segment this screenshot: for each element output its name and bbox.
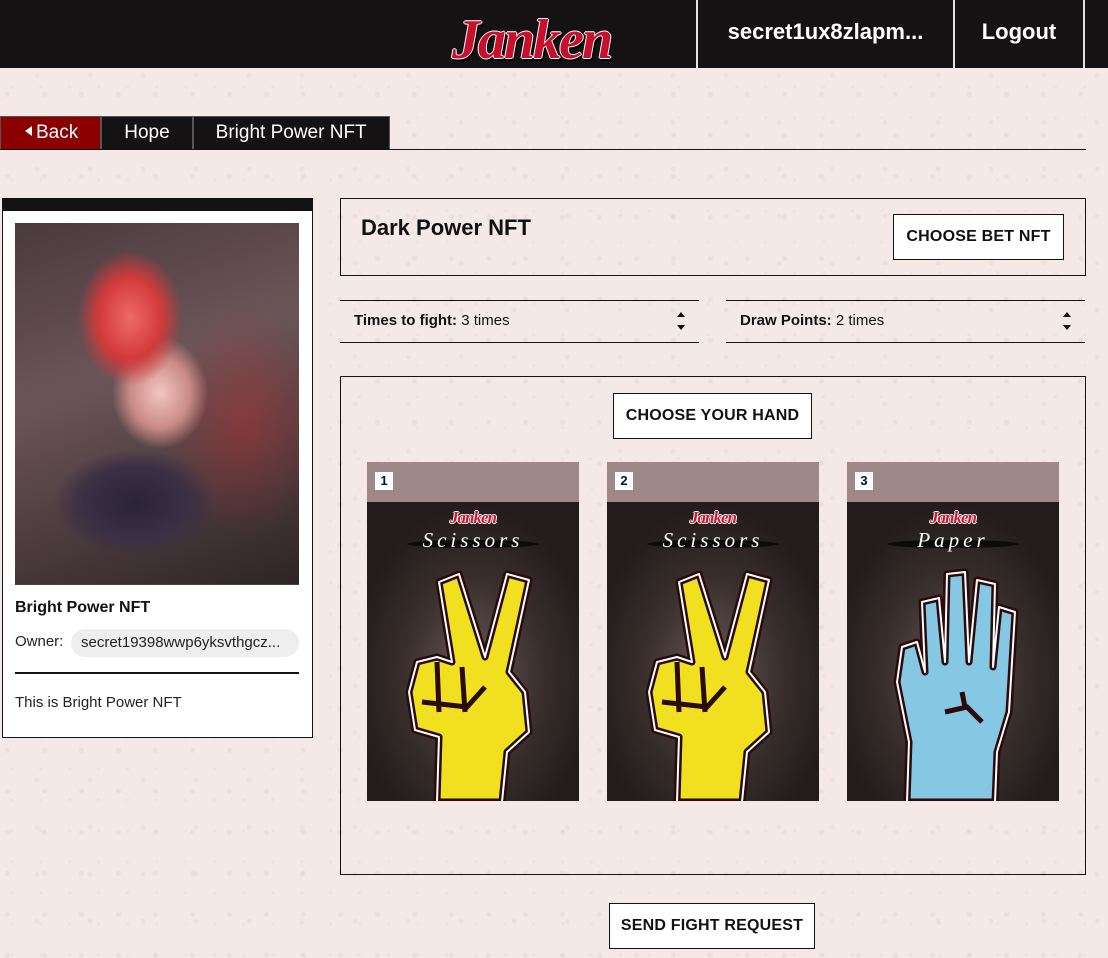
choose-your-hand-button[interactable]: CHOOSE YOUR HAND <box>613 393 812 439</box>
send-fight-request-button[interactable]: SEND FIGHT REQUEST <box>609 903 815 949</box>
hand-card-name: Scissors <box>367 528 579 553</box>
bet-nft-title: Dark Power NFT <box>361 215 531 240</box>
owner-label: Owner: <box>15 633 64 650</box>
stepper-arrows-icon[interactable] <box>1063 312 1073 332</box>
card-divider <box>15 672 299 674</box>
scissors-hand-icon <box>645 570 773 801</box>
paper-hand-icon <box>893 568 1019 801</box>
scissors-hand-icon <box>405 570 533 801</box>
header-divider <box>1083 0 1085 68</box>
chevron-left-icon <box>25 126 32 136</box>
hand-card[interactable]: 1 Janken Scissors <box>367 462 579 801</box>
hand-card-name: Paper <box>847 528 1059 553</box>
nft-card: Bright Power NFT Owner: secret19398wwp6y… <box>2 198 313 738</box>
breadcrumb: Back Hope Bright Power NFT <box>0 116 390 150</box>
choose-bet-nft-button[interactable]: CHOOSE BET NFT <box>893 214 1064 260</box>
draw-points-select[interactable]: Draw Points: 2 times <box>726 300 1085 343</box>
hand-card[interactable]: 2 Janken Scissors <box>607 462 819 801</box>
hand-card-number: 3 <box>855 472 873 490</box>
nft-description: This is Bright Power NFT <box>15 694 182 711</box>
hand-card-header: 2 <box>607 462 819 502</box>
times-to-fight-select[interactable]: Times to fight: 3 times <box>340 300 699 343</box>
times-to-fight-label: Times to fight: <box>354 312 458 329</box>
stepper-arrows-icon[interactable] <box>677 312 687 332</box>
breadcrumb-divider <box>0 149 1086 150</box>
draw-points-label: Draw Points: <box>740 312 832 329</box>
wallet-address[interactable]: secret1ux8zlapm... <box>698 0 953 68</box>
nft-image <box>15 223 299 585</box>
hand-card-image: Janken Paper <box>847 502 1059 801</box>
card-header-bar <box>3 199 312 211</box>
draw-points-value: 2 times <box>835 312 885 329</box>
back-button[interactable]: Back <box>0 116 102 150</box>
hand-card-name: Scissors <box>607 528 819 553</box>
janken-logo[interactable]: Janken <box>452 8 613 72</box>
janken-logo: Janken <box>690 508 737 527</box>
janken-logo: Janken <box>450 508 497 527</box>
nft-title: Bright Power NFT <box>15 599 151 616</box>
top-navbar: Janken secret1ux8zlapm... Logout <box>0 0 1108 71</box>
breadcrumb-item-hope[interactable]: Hope <box>101 116 193 150</box>
logout-button[interactable]: Logout <box>955 0 1083 68</box>
hand-card-number: 2 <box>615 472 633 490</box>
breadcrumb-item-current[interactable]: Bright Power NFT <box>192 116 390 150</box>
hand-card-image: Janken Scissors <box>607 502 819 801</box>
hand-card-number: 1 <box>375 472 393 490</box>
hand-card-header: 3 <box>847 462 1059 502</box>
times-to-fight-value: 3 times <box>461 312 510 329</box>
janken-logo: Janken <box>930 508 977 527</box>
owner-address: secret19398wwp6yksvthgcz... <box>71 629 299 657</box>
hand-card-header: 1 <box>367 462 579 502</box>
back-label: Back <box>36 122 79 143</box>
bet-nft-panel: Dark Power NFT CHOOSE BET NFT <box>340 198 1086 276</box>
hand-card-image: Janken Scissors <box>367 502 579 801</box>
hand-card[interactable]: 3 Janken Paper <box>847 462 1059 801</box>
